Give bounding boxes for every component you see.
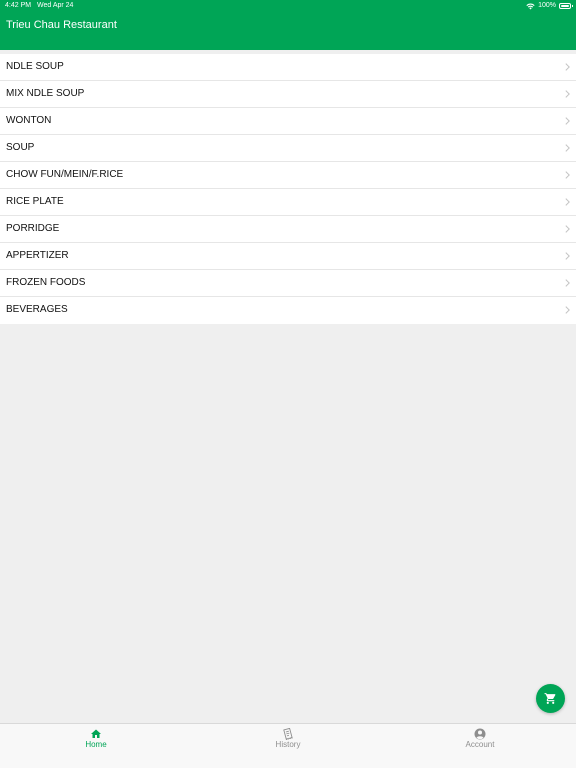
category-list: NDLE SOUP MIX NDLE SOUP WONTON SOUP CHOW… bbox=[0, 54, 576, 324]
chevron-right-icon bbox=[565, 144, 570, 152]
account-icon bbox=[474, 728, 486, 740]
category-item[interactable]: APPERTIZER bbox=[0, 243, 576, 270]
tab-bar: Home History Account bbox=[0, 723, 576, 768]
category-label: FROZEN FOODS bbox=[6, 277, 86, 288]
category-label: SOUP bbox=[6, 142, 35, 153]
home-icon bbox=[91, 729, 101, 738]
chevron-right-icon bbox=[565, 306, 570, 314]
category-item[interactable]: BEVERAGES bbox=[0, 297, 576, 324]
category-item[interactable]: FROZEN FOODS bbox=[0, 270, 576, 297]
chevron-right-icon bbox=[565, 90, 570, 98]
category-label: PORRIDGE bbox=[6, 223, 60, 234]
receipt-icon bbox=[283, 728, 293, 740]
tab-history[interactable]: History bbox=[248, 724, 328, 768]
chevron-right-icon bbox=[565, 252, 570, 260]
chevron-right-icon bbox=[565, 117, 570, 125]
battery-percentage: 100% bbox=[538, 2, 556, 9]
tab-label: Account bbox=[465, 740, 495, 749]
category-item[interactable]: CHOW FUN/MEIN/F.RICE bbox=[0, 162, 576, 189]
category-item[interactable]: MIX NDLE SOUP bbox=[0, 81, 576, 108]
category-label: CHOW FUN/MEIN/F.RICE bbox=[6, 169, 124, 180]
chevron-right-icon bbox=[565, 63, 570, 71]
chevron-right-icon bbox=[565, 198, 570, 206]
category-item[interactable]: NDLE SOUP bbox=[0, 54, 576, 81]
chevron-right-icon bbox=[565, 225, 570, 233]
tab-label: History bbox=[275, 740, 301, 749]
tab-account[interactable]: Account bbox=[440, 724, 520, 768]
page-title: Trieu Chau Restaurant bbox=[6, 19, 117, 31]
tab-label: Home bbox=[85, 740, 107, 749]
category-label: NDLE SOUP bbox=[6, 61, 64, 72]
category-item[interactable]: RICE PLATE bbox=[0, 189, 576, 216]
category-item[interactable]: SOUP bbox=[0, 135, 576, 162]
cart-icon bbox=[544, 693, 556, 704]
chevron-right-icon bbox=[565, 279, 570, 287]
battery-icon bbox=[559, 3, 573, 9]
status-indicators: 100% bbox=[526, 0, 573, 12]
category-label: RICE PLATE bbox=[6, 196, 64, 207]
category-label: MIX NDLE SOUP bbox=[6, 88, 85, 99]
category-item[interactable]: WONTON bbox=[0, 108, 576, 135]
wifi-icon bbox=[526, 3, 535, 9]
tab-home[interactable]: Home bbox=[56, 724, 136, 768]
navigation-bar: Trieu Chau Restaurant bbox=[0, 12, 576, 50]
chevron-right-icon bbox=[565, 171, 570, 179]
category-label: APPERTIZER bbox=[6, 250, 69, 261]
category-label: BEVERAGES bbox=[6, 304, 68, 315]
category-label: WONTON bbox=[6, 115, 52, 126]
category-item[interactable]: PORRIDGE bbox=[0, 216, 576, 243]
cart-button[interactable] bbox=[536, 684, 565, 713]
app-screen: 4:42 PM Wed Apr 24 100% Trieu Chau Resta… bbox=[0, 0, 576, 768]
